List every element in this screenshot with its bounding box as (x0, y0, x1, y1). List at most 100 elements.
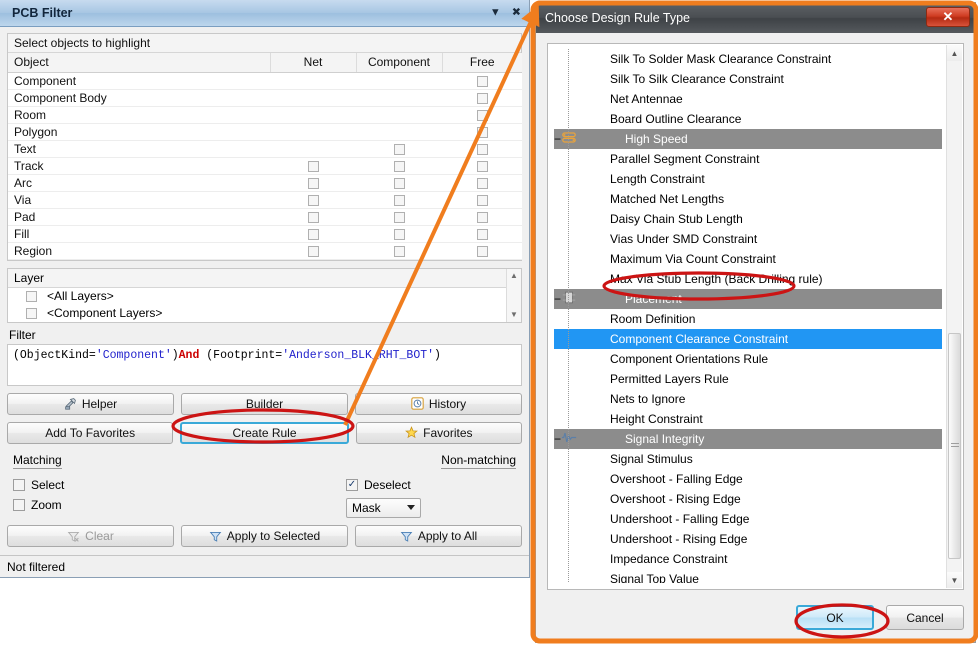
tree-scrollbar[interactable]: ▲ ▼ (946, 45, 962, 588)
tree-item[interactable]: Daisy Chain Stub Length (554, 209, 942, 229)
tree-item[interactable]: Signal Stimulus (554, 449, 942, 469)
free-checkbox[interactable] (442, 89, 522, 106)
net-checkbox[interactable] (270, 225, 356, 242)
layer-list-item[interactable]: <Component Layers> (8, 305, 521, 322)
tree-item[interactable]: Permitted Layers Rule (554, 369, 942, 389)
net-checkbox[interactable] (270, 242, 356, 259)
free-checkbox[interactable] (442, 225, 522, 242)
tree-item[interactable]: Impedance Constraint (554, 549, 942, 569)
checkbox[interactable] (308, 229, 319, 240)
checkbox[interactable] (477, 144, 488, 155)
collapse-toggle-icon[interactable]: − (554, 432, 561, 446)
free-checkbox[interactable] (442, 106, 522, 123)
tree-item[interactable]: Undershoot - Rising Edge (554, 529, 942, 549)
free-checkbox[interactable] (442, 191, 522, 208)
tree-item[interactable]: Parallel Segment Constraint (554, 149, 942, 169)
apply-to-all-button[interactable]: Apply to All (355, 525, 522, 547)
checkbox[interactable] (477, 76, 488, 87)
tree-item[interactable]: Room Definition (554, 309, 942, 329)
component-checkbox[interactable] (356, 225, 442, 242)
checkbox[interactable] (13, 479, 25, 491)
checkbox[interactable] (308, 178, 319, 189)
scroll-up-icon[interactable]: ▲ (947, 45, 962, 61)
net-checkbox[interactable] (270, 208, 356, 225)
checkbox[interactable] (308, 212, 319, 223)
net-checkbox[interactable] (270, 191, 356, 208)
deselect-option[interactable]: ✓Deselect (346, 475, 516, 495)
free-checkbox[interactable] (442, 123, 522, 140)
checkbox[interactable] (394, 144, 405, 155)
tree-group-high-speed[interactable]: −High Speed (554, 129, 942, 149)
component-checkbox[interactable] (356, 242, 442, 259)
checkbox[interactable] (394, 229, 405, 240)
close-icon[interactable]: ✕ (926, 7, 970, 27)
favorites-button[interactable]: Favorites (356, 422, 522, 444)
checkbox[interactable] (477, 178, 488, 189)
checkbox[interactable] (308, 161, 319, 172)
tree-item[interactable]: Overshoot - Falling Edge (554, 469, 942, 489)
layer-list-item[interactable]: <All Layers> (8, 288, 521, 305)
free-checkbox[interactable] (442, 208, 522, 225)
tree-item[interactable]: Component Orientations Rule (554, 349, 942, 369)
free-checkbox[interactable] (442, 174, 522, 191)
free-checkbox[interactable] (442, 157, 522, 174)
tree-item[interactable]: Signal Top Value (554, 569, 942, 583)
tree-item[interactable]: Nets to Ignore (554, 389, 942, 409)
checkbox[interactable] (477, 161, 488, 172)
layer-checkbox[interactable] (26, 308, 37, 319)
checkbox[interactable] (477, 229, 488, 240)
free-checkbox[interactable] (442, 140, 522, 157)
component-checkbox[interactable] (356, 191, 442, 208)
component-checkbox[interactable] (356, 140, 442, 157)
cancel-button[interactable]: Cancel (886, 605, 964, 630)
net-checkbox[interactable] (270, 174, 356, 191)
close-icon[interactable]: ✖ (512, 8, 521, 19)
tree-item[interactable]: Net Antennae (554, 89, 942, 109)
checkbox[interactable] (394, 195, 405, 206)
free-checkbox[interactable] (442, 242, 522, 259)
filter-expression-input[interactable]: (ObjectKind='Component')And (Footprint='… (7, 344, 522, 386)
helper-button[interactable]: Helper (7, 393, 174, 415)
tree-group-placement[interactable]: −Placement (554, 289, 942, 309)
tree-item[interactable]: Maximum Via Count Constraint (554, 249, 942, 269)
tree-item[interactable]: Undershoot - Falling Edge (554, 509, 942, 529)
history-button[interactable]: History (355, 393, 522, 415)
tree-item[interactable]: Height Constraint (554, 409, 942, 429)
component-checkbox[interactable] (356, 157, 442, 174)
checkbox[interactable] (394, 161, 405, 172)
scrollbar-thumb[interactable] (948, 333, 961, 559)
scroll-up-icon[interactable]: ▲ (510, 269, 518, 283)
scroll-down-icon[interactable]: ▼ (510, 308, 518, 322)
checkbox[interactable] (477, 246, 488, 257)
component-checkbox[interactable] (356, 174, 442, 191)
checkbox[interactable] (477, 195, 488, 206)
free-checkbox[interactable] (442, 72, 522, 89)
scroll-down-icon[interactable]: ▼ (947, 572, 962, 588)
tree-item[interactable]: Length Constraint (554, 169, 942, 189)
checkbox[interactable] (308, 246, 319, 257)
collapse-toggle-icon[interactable]: − (554, 132, 561, 146)
checkbox[interactable] (394, 178, 405, 189)
chevron-down-icon[interactable]: ▼ (490, 8, 501, 19)
checkbox[interactable] (308, 195, 319, 206)
ok-button[interactable]: OK (796, 605, 874, 630)
zoom-option[interactable]: Zoom (13, 495, 183, 515)
layer-scrollbar[interactable]: ▲ ▼ (506, 269, 521, 322)
builder-button[interactable]: Builder (181, 393, 348, 415)
checkbox[interactable] (394, 246, 405, 257)
checkbox[interactable]: ✓ (346, 479, 358, 491)
collapse-toggle-icon[interactable]: − (554, 292, 561, 306)
checkbox[interactable] (477, 110, 488, 121)
tree-item[interactable]: Overshoot - Rising Edge (554, 489, 942, 509)
tree-item[interactable]: Silk To Silk Clearance Constraint (554, 69, 942, 89)
component-checkbox[interactable] (356, 208, 442, 225)
checkbox[interactable] (477, 212, 488, 223)
apply-to-selected-button[interactable]: Apply to Selected (181, 525, 348, 547)
non-matching-action-select[interactable]: Mask (346, 498, 421, 518)
create-rule-button[interactable]: Create Rule (180, 422, 348, 444)
checkbox[interactable] (394, 212, 405, 223)
select-option[interactable]: Select (13, 475, 183, 495)
layer-checkbox[interactable] (26, 291, 37, 302)
tree-item[interactable]: Max Via Stub Length (Back Drilling rule) (554, 269, 942, 289)
tree-item[interactable]: Component Clearance Constraint (554, 329, 942, 349)
